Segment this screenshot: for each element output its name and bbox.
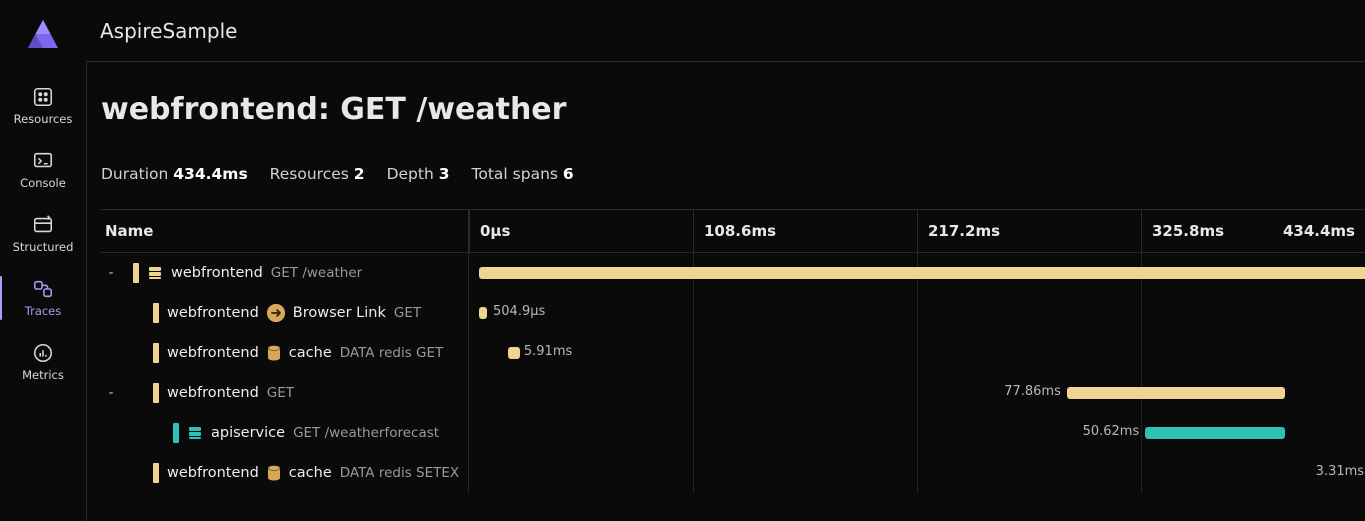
span-timeline-cell: 3.31ms <box>469 453 1365 493</box>
page-title: webfrontend: GET /weather <box>101 92 1365 127</box>
span-duration-label: 3.31ms <box>1316 464 1364 479</box>
app-name: AspireSample <box>100 19 237 43</box>
span-service: webfrontend <box>167 305 259 321</box>
span-duration-label: 5.91ms <box>524 344 572 359</box>
span-duration-label: 504.9µs <box>493 304 545 319</box>
span-timeline-cell: 504.9µs <box>469 293 1365 333</box>
nav-label: Console <box>20 176 66 190</box>
database-icon <box>267 465 281 481</box>
timeline-tick: 325.8ms <box>1141 210 1224 252</box>
span-row[interactable]: - webfrontend GET /weather <box>101 253 1365 293</box>
tree-expander-icon[interactable]: - <box>105 265 117 281</box>
span-name-cell: webfrontend cache DATA redis SETEX <box>101 453 469 493</box>
span-color-marker <box>153 383 159 403</box>
nav-label: Structured <box>13 240 74 254</box>
span-operation: GET /weatherforecast <box>293 425 439 441</box>
timeline-tick: 0µs <box>469 210 510 252</box>
span-name-cell: webfrontend Browser Link GET <box>101 293 469 333</box>
traces-icon <box>32 278 54 300</box>
span-timeline-cell <box>469 253 1365 293</box>
span-duration-bar[interactable] <box>1067 387 1286 399</box>
service-icon <box>147 265 163 281</box>
metrics-icon <box>32 342 54 364</box>
span-color-marker <box>153 463 159 483</box>
span-color-marker <box>173 423 179 443</box>
span-color-marker <box>133 263 139 283</box>
span-duration-label: 50.62ms <box>1083 424 1140 439</box>
span-timeline-cell: 77.86ms <box>469 373 1365 413</box>
span-service: webfrontend <box>167 465 259 481</box>
topbar: AspireSample <box>86 0 1365 62</box>
span-row[interactable]: webfrontend cache DATA redis SETEX 3.31ms <box>101 453 1365 493</box>
nav-structured[interactable]: Structured <box>0 202 86 266</box>
span-color-marker <box>153 303 159 323</box>
sidebar: Resources Console Structured Traces Metr… <box>0 0 86 521</box>
trace-body: - webfrontend GET /weather webfrontend Brows… <box>101 253 1365 493</box>
span-color-marker <box>153 343 159 363</box>
span-name-cell: - webfrontend GET /weather <box>101 253 469 293</box>
span-row[interactable]: webfrontend Browser Link GET 504.9µs <box>101 293 1365 333</box>
database-icon <box>267 345 281 361</box>
summary-depth: Depth 3 <box>387 165 450 183</box>
trace-header: Name 0µs 108.6ms 217.2ms 325.8ms 434.4ms <box>101 209 1365 253</box>
main: AspireSample webfrontend: GET /weather D… <box>86 0 1365 521</box>
nav-console[interactable]: Console <box>0 138 86 202</box>
summary-total-spans: Total spans 6 <box>472 165 574 183</box>
span-service: webfrontend <box>167 345 259 361</box>
timeline-tick: 434.4ms <box>1273 210 1355 252</box>
span-operation: GET /weather <box>271 265 362 281</box>
span-duration-bar[interactable] <box>1145 427 1285 439</box>
span-operation: cache <box>289 345 332 361</box>
span-operation: cache <box>289 465 332 481</box>
tree-expander-icon[interactable]: - <box>105 385 117 401</box>
summary-duration: Duration 434.4ms <box>101 165 248 183</box>
span-duration-bar[interactable] <box>479 307 487 319</box>
nav-metrics[interactable]: Metrics <box>0 330 86 394</box>
timeline-tick: 108.6ms <box>693 210 776 252</box>
span-row[interactable]: - webfrontend GET 77.86ms <box>101 373 1365 413</box>
span-timeline-cell: 50.62ms <box>469 413 1365 453</box>
nav-label: Metrics <box>22 368 64 382</box>
span-timeline-cell: 5.91ms <box>469 333 1365 373</box>
nav-label: Resources <box>14 112 73 126</box>
outgoing-arrow-icon <box>267 304 285 322</box>
span-detail: DATA redis GET <box>340 345 444 361</box>
service-icon <box>187 425 203 441</box>
trace-table: Name 0µs 108.6ms 217.2ms 325.8ms 434.4ms - we… <box>101 209 1365 493</box>
resources-icon <box>32 86 54 108</box>
span-name-cell: apiservice GET /weatherforecast <box>101 413 469 453</box>
trace-summary: Duration 434.4ms Resources 2 Depth 3 Tot… <box>101 165 1365 183</box>
nav-traces[interactable]: Traces <box>0 266 86 330</box>
content: webfrontend: GET /weather Duration 434.4… <box>86 62 1365 521</box>
console-icon <box>32 150 54 172</box>
app-logo-icon <box>26 18 60 52</box>
span-duration-bar[interactable] <box>508 347 520 359</box>
span-duration-bar[interactable] <box>479 267 1365 279</box>
column-header-name: Name <box>101 210 469 252</box>
span-service: apiservice <box>211 425 285 441</box>
span-name-cell: webfrontend cache DATA redis GET <box>101 333 469 373</box>
structured-icon <box>32 214 54 236</box>
span-row[interactable]: apiservice GET /weatherforecast 50.62ms <box>101 413 1365 453</box>
span-operation: GET <box>267 385 294 401</box>
span-operation: Browser Link <box>293 305 386 321</box>
column-header-timeline: 0µs 108.6ms 217.2ms 325.8ms 434.4ms <box>469 210 1365 252</box>
timeline-tick: 217.2ms <box>917 210 1000 252</box>
span-duration-label: 77.86ms <box>1004 384 1061 399</box>
nav-resources[interactable]: Resources <box>0 74 86 138</box>
span-service: webfrontend <box>167 385 259 401</box>
span-detail: DATA redis SETEX <box>340 465 459 481</box>
span-name-cell: - webfrontend GET <box>101 373 469 413</box>
span-detail: GET <box>394 305 421 321</box>
nav-label: Traces <box>25 304 62 318</box>
span-service: webfrontend <box>171 265 263 281</box>
summary-resources: Resources 2 <box>270 165 365 183</box>
span-row[interactable]: webfrontend cache DATA redis GET 5.91ms <box>101 333 1365 373</box>
